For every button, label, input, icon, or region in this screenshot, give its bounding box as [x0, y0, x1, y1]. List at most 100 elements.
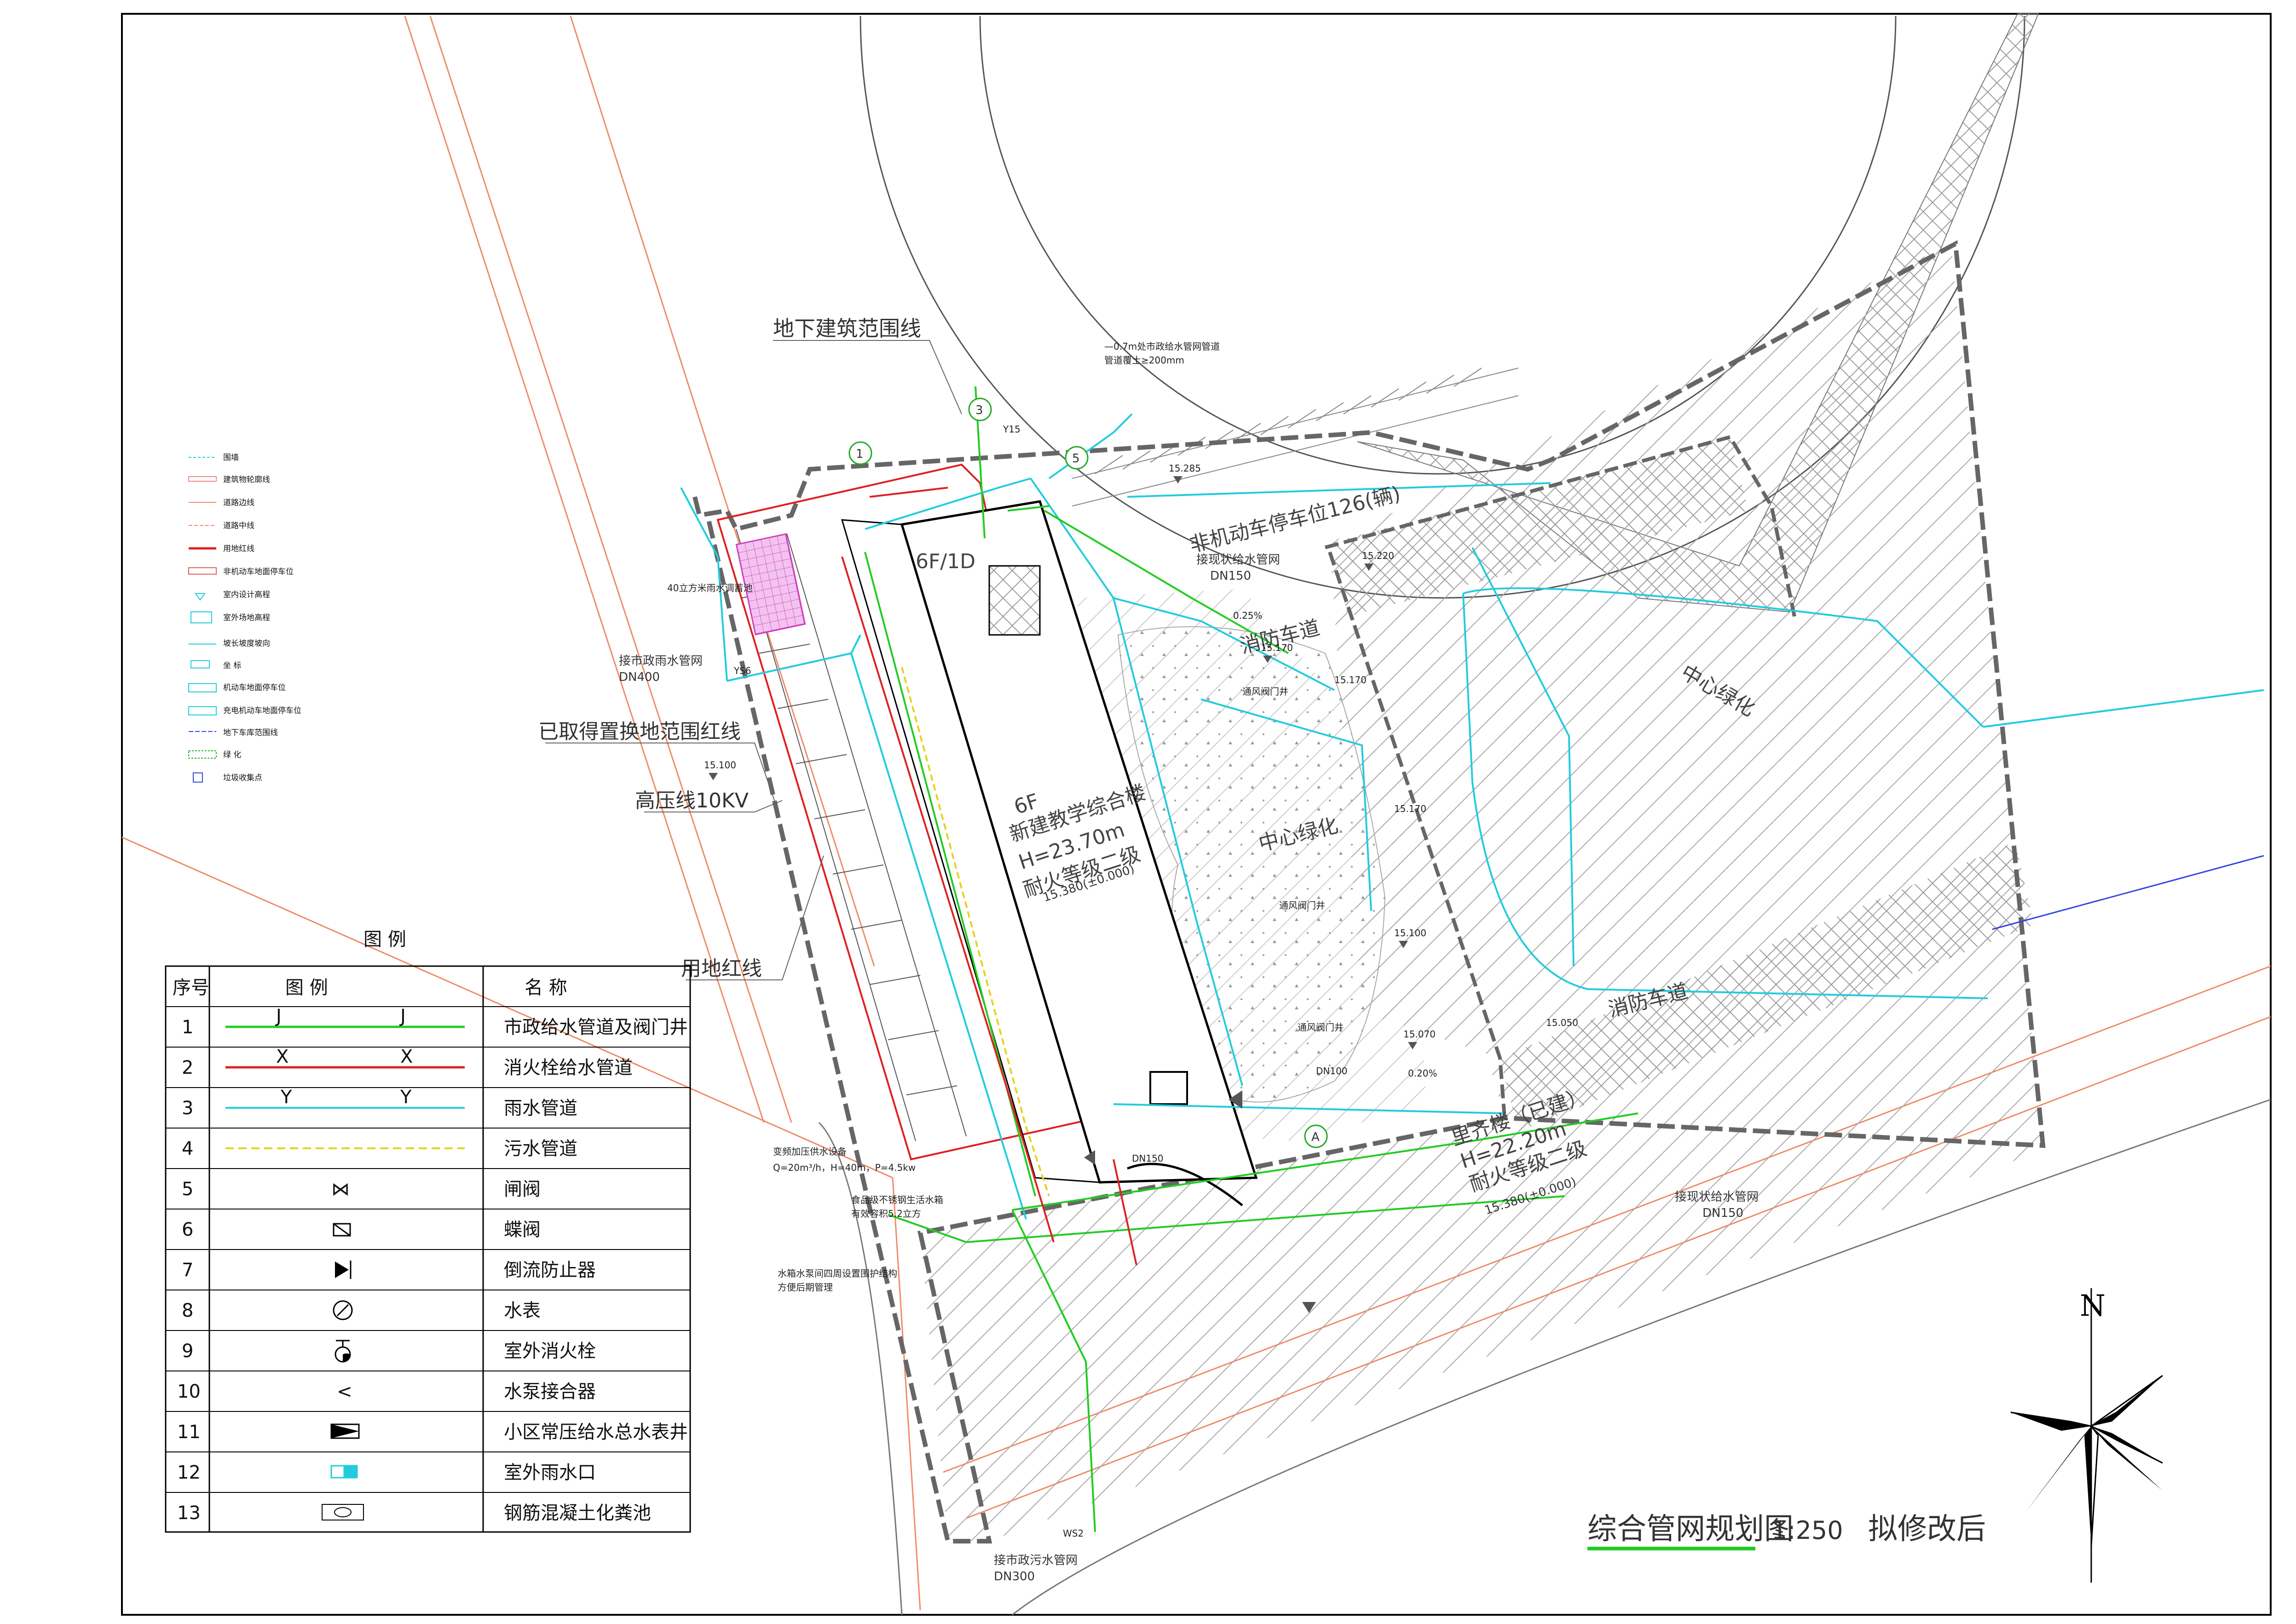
legend-row-6-no: 6: [182, 1219, 193, 1240]
existing-water-nw-dn: DN150: [1210, 569, 1251, 583]
elevation-1: 15.285: [1169, 463, 1201, 474]
axis-1-label: 1: [856, 447, 864, 461]
legend-row-3-name: 雨水管道: [504, 1098, 577, 1119]
high-voltage-label: 高压线10KV: [635, 789, 749, 812]
pipe-tag-dn100: DN100: [1316, 1065, 1348, 1077]
legend-row-5-no: 5: [182, 1179, 193, 1200]
east-blue-line: [1992, 855, 2264, 930]
legend-row-11-name: 小区常压给水总水表井: [504, 1422, 688, 1443]
legend-symbols: J J X X Y Y ⋈ <: [225, 1006, 465, 1520]
key-item-4: 道路中线: [223, 521, 254, 530]
vent-well-2: 通风阀门井: [1279, 900, 1325, 911]
legend-row-12-name: 室外雨水口: [504, 1462, 596, 1483]
legend-row-2-no: 2: [182, 1057, 193, 1078]
pipe-tag-ys6: YS6: [733, 665, 751, 676]
drawing-scale: 1:250: [1771, 1516, 1843, 1545]
stair-core: [988, 565, 1041, 636]
legend-row-3-no: 3: [182, 1098, 193, 1119]
legend-sym-water-2: J: [399, 1006, 406, 1027]
key-item-11: 机动车地面停车位: [223, 683, 286, 692]
legend-row-12-no: 12: [177, 1462, 201, 1483]
legend-sym-fire: X: [276, 1046, 288, 1067]
legend-sym-rain: Y: [280, 1087, 292, 1108]
legend-sym-pump-adapter: <: [337, 1381, 352, 1402]
slope-2: 0.20%: [1408, 1068, 1437, 1079]
legend-row-7-name: 倒流防止器: [504, 1260, 596, 1281]
legend-col-no: 序号: [173, 977, 209, 998]
slope-1: 0.25%: [1233, 610, 1263, 621]
key-item-1: 围墙: [223, 453, 239, 462]
legend-sym-fire-2: X: [400, 1046, 413, 1067]
legend-row-9-no: 9: [182, 1341, 193, 1362]
replacement-range-label: 已取得置换地范围红线: [538, 720, 741, 743]
tank-spec: 有效容积5.2立方: [851, 1208, 921, 1219]
key-item-10: 坐 标: [223, 661, 241, 670]
axis-3-label: 3: [975, 403, 983, 417]
sewer-label: 接市政污水管网: [994, 1554, 1078, 1567]
legend-sym-gate-valve: ⋈: [331, 1179, 350, 1200]
tank-label: 食品级不锈钢生活水箱: [851, 1194, 943, 1205]
elevation-3: 15.170: [1261, 642, 1293, 653]
drawing-title: 综合管网规划图: [1587, 1512, 1794, 1546]
existing-water-se-label: 接现状给水管网: [1675, 1190, 1759, 1204]
drawing-status: 拟修改后: [1868, 1512, 1986, 1546]
existing-water-se-dn: DN150: [1702, 1206, 1743, 1220]
key-item-12: 充电机动车地面停车位: [223, 706, 301, 715]
axis-5-label: 5: [1072, 452, 1080, 466]
legend-row-5-name: 闸阀: [504, 1179, 541, 1200]
title-block: 综合管网规划图 1:250 拟修改后: [1587, 1512, 1986, 1550]
elevation-9: 15.170: [1394, 803, 1426, 814]
key-item-8: 室外场地高程: [223, 613, 270, 622]
key-item-6: 非机动车地面停车位: [223, 567, 294, 576]
key-item-7: 室内设计高程: [223, 590, 270, 599]
road-note-2: 管道覆土≥200mm: [1104, 355, 1184, 366]
building-annex-floors: 6F/1D: [916, 550, 975, 573]
legend-table: 图 例 序号 图 例 名 称 J J X X Y Y ⋈ < 1 市政给水管道及…: [165, 929, 691, 1533]
municipal-rain-dn: DN400: [619, 670, 660, 684]
legend-row-7-no: 7: [182, 1260, 193, 1281]
pump-room-note-1: 水箱水泵间四周设置围护结构: [778, 1268, 897, 1279]
key-item-14: 绿 化: [223, 750, 241, 760]
legend-title: 图 例: [363, 929, 406, 950]
legend-row-11-no: 11: [177, 1422, 201, 1443]
pipe-tag-dn150: DN150: [1132, 1153, 1164, 1164]
legend-row-1-name: 市政给水管道及阀门井: [504, 1017, 688, 1038]
legend-row-4-no: 4: [182, 1138, 193, 1159]
north-arrow: N: [2010, 1288, 2163, 1583]
key-item-15: 垃圾收集点: [223, 773, 262, 783]
legend-col-symbol: 图 例: [285, 977, 328, 998]
legend-col-name: 名 称: [525, 977, 567, 998]
site-plan-drawing: 1 3 5 A 6F 新建教学综合楼 H=23.70m 耐火等级二级 15.38…: [121, 13, 2272, 1616]
key-item-2: 建筑物轮廓线: [223, 475, 270, 484]
legend-row-10-no: 10: [177, 1381, 201, 1402]
pump-room-note-2: 方便后期管理: [778, 1282, 833, 1293]
elevation-5: 15.100: [704, 760, 736, 771]
vent-well-3: 通风阀门井: [1298, 1022, 1344, 1033]
land-red-line-label: 用地红线: [681, 957, 762, 980]
legend-row-8-no: 8: [182, 1300, 193, 1321]
sewer-dn: DN300: [994, 1570, 1035, 1584]
vent-well-1: 通风阀门井: [1242, 686, 1288, 697]
pipe-tag-y15: Y15: [1003, 424, 1021, 435]
legend-sym-water: J: [275, 1006, 282, 1027]
legend-row-6-name: 蝶阀: [504, 1219, 541, 1240]
legend-row-2-name: 消火栓给水管道: [504, 1057, 633, 1078]
legend-row-1-no: 1: [182, 1017, 193, 1038]
north-label: N: [2080, 1289, 2106, 1323]
underground-range-label: 地下建筑范围线: [773, 316, 921, 341]
key-item-9: 坡长坡度坡向: [223, 639, 270, 648]
elevation-4: 15.170: [1334, 674, 1367, 685]
axis-a-label: A: [1311, 1130, 1320, 1144]
legend-row-13-name: 钢筋混凝土化粪池: [504, 1503, 651, 1524]
legend-row-4-name: 污水管道: [504, 1138, 577, 1159]
key-legend: 围墙 建筑物轮廓线 道路边线 道路中线 用地红线 非机动车地面停车位 室内设计高…: [188, 453, 301, 783]
pipe-tag-ws2: WS2: [1063, 1528, 1084, 1539]
existing-water-nw-label: 接现状给水管网: [1196, 553, 1280, 567]
legend-row-13-no: 13: [177, 1503, 201, 1524]
legend-row-8-name: 水表: [504, 1300, 541, 1321]
legend-row-10-name: 水泵接合器: [504, 1381, 596, 1402]
rain-tank-40-label: 40立方米雨水调蓄池: [667, 582, 752, 593]
pump-label: 变频加压供水设备: [773, 1146, 847, 1157]
legend-row-9-name: 室外消火栓: [504, 1341, 596, 1362]
legend-sym-rain-2: Y: [400, 1087, 412, 1108]
